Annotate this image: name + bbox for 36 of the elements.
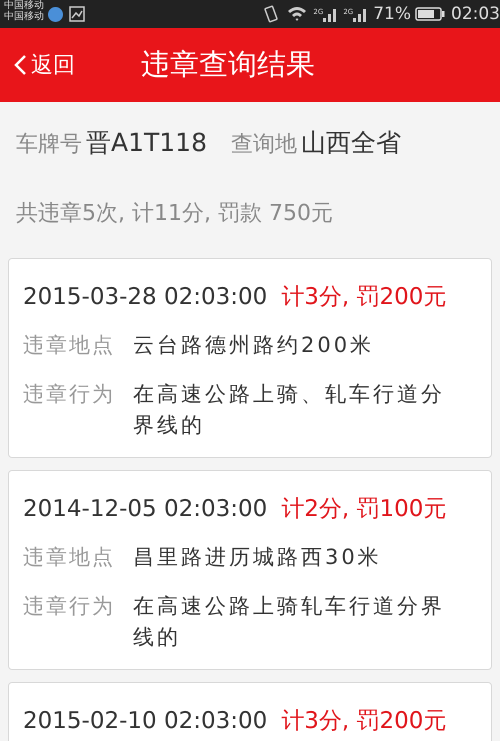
detail-label: 违章地点: [23, 544, 116, 571]
detail-label: 违章行为: [23, 381, 116, 408]
violation-card[interactable]: 2015-03-28 02:03:00 计3分, 罚200元 违章地点 云台路德州路约200米 违章行为 在高速公路上骑、轧车行道分界线的: [8, 258, 492, 458]
detail-value: 云台路德州路约200米: [133, 332, 376, 359]
plate-label: 车牌号: [16, 131, 82, 159]
detail-label: 违章地点: [23, 332, 116, 359]
violation-time: 2015-03-28 02:03:00: [23, 284, 268, 310]
violation-summary: 共违章5次, 计11分, 罚款 750元: [16, 201, 333, 226]
penalty-text: 计3分, 罚200元: [281, 707, 446, 736]
violation-card[interactable]: 2014-12-05 02:03:00 计2分, 罚100元 违章地点 昌里路进历城路西30米 违章行为 在高速公路上骑轧车行道分界线的: [8, 470, 492, 670]
region-label: 查询地: [231, 131, 297, 159]
violation-time: 2014-12-05 02:03:00: [23, 496, 268, 522]
signal-icon: [353, 6, 368, 22]
detail-value: 在高速公路上骑轧车行道分界线的: [133, 593, 446, 651]
battery-percent: 71%: [373, 4, 411, 24]
image-icon: [69, 6, 85, 22]
wifi-icon: [287, 6, 308, 22]
chevron-left-icon: [14, 54, 27, 76]
penalty-text: 计3分, 罚200元: [281, 283, 446, 312]
carrier-name: 中国移动: [4, 11, 44, 22]
back-button[interactable]: 返回: [14, 50, 75, 80]
region-value: 山西全省: [301, 127, 401, 159]
detail-value: 昌里路进历城路西30米: [133, 544, 383, 571]
violation-card[interactable]: 2015-02-10 02:03:00 计3分, 罚200元: [8, 682, 492, 741]
detail-label: 违章行为: [23, 593, 116, 620]
battery-icon: [415, 7, 445, 21]
vibrate-icon: [263, 5, 280, 23]
detail-value: 在高速公路上骑、轧车行道分界线的: [133, 381, 446, 439]
carrier-name: 中国移动: [4, 0, 44, 11]
clock: 02:03: [451, 4, 500, 24]
app-icon: [48, 6, 63, 22]
plate-number: 晋A1T118: [86, 127, 207, 159]
page-title: 违章查询结果: [141, 46, 315, 83]
violation-time: 2015-02-10 02:03:00: [23, 708, 268, 734]
penalty-text: 计2分, 罚100元: [281, 495, 446, 524]
signal-icon: [323, 6, 338, 22]
